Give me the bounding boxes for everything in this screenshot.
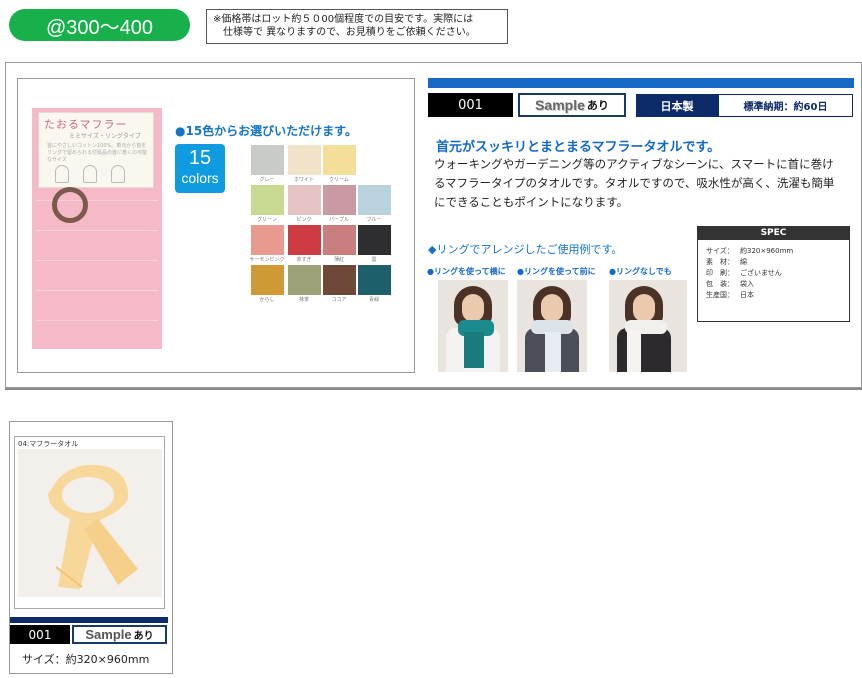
thumbnail-code: 001 xyxy=(10,625,70,644)
color-swatch xyxy=(358,265,391,295)
color-swatch-label: 薄紅 xyxy=(333,257,344,263)
color-swatch xyxy=(288,145,321,175)
product-code: 001 xyxy=(428,93,513,117)
scarf-white-tail xyxy=(627,330,641,372)
spec-key: 素 材： xyxy=(706,258,734,266)
color-swatch xyxy=(251,185,284,215)
color-count-badge: 15 colors xyxy=(175,144,225,193)
spec-key: 印 刷： xyxy=(706,269,734,277)
color-swatch-label: 抹茶 xyxy=(298,297,309,303)
notice-line-1: ※価格帯はロット約５０00個程度での目安です。実際には xyxy=(213,14,474,25)
made-in-badge: 日本製 xyxy=(636,94,718,117)
usage-label-3: ●リングなしでも xyxy=(609,267,672,276)
thumbnail-photo xyxy=(18,449,162,597)
color-swatch xyxy=(323,185,356,215)
model-face xyxy=(633,294,655,322)
spec-value: 約320×960mm xyxy=(740,247,794,255)
color-count: 15 xyxy=(188,147,212,169)
figure-icon xyxy=(83,165,97,183)
usage-title: ◆リングでアレンジしたご使用例です。 xyxy=(428,243,623,256)
lead-time-badge: 標準納期：約60日 xyxy=(718,94,853,117)
color-swatch-label: ホワイト xyxy=(293,177,314,183)
thumbnail-caption: 04:マフラータオル xyxy=(18,440,79,448)
price-notice: ※価格帯はロット約５０00個程度での目安です。実際には 仕様等で 異なりますので… xyxy=(206,9,508,44)
usage-photo-3 xyxy=(609,280,687,372)
product-description: ウォーキングやガーデニング等のアクティブなシーンに、スマートに首に巻けるマフラー… xyxy=(434,157,835,209)
thumbnail-sample-suffix: あり xyxy=(133,631,154,642)
thumbnail-bar xyxy=(10,617,168,623)
spec-row: 生産国： 日本 xyxy=(706,290,754,300)
figure-icon xyxy=(111,165,125,183)
sample-suffix: あり xyxy=(586,99,609,112)
price-range-badge: @300～400 xyxy=(9,9,190,41)
color-swatch-label: クリーム xyxy=(329,177,349,183)
color-swatch-label: ピンク xyxy=(296,217,312,223)
color-swatch-label: 黒 xyxy=(371,257,377,263)
color-swatch xyxy=(288,265,321,295)
usage-label-2: ●リングを使って前に xyxy=(517,267,596,276)
scarf-teal-tail xyxy=(464,332,484,368)
notice-line-2: 仕様等で 異なりますので、お見積りをご依頼ください。 xyxy=(223,27,476,38)
spec-row: 印 刷： ございません xyxy=(706,268,782,278)
color-swatch-label: グリーン xyxy=(257,217,277,223)
color-swatch-label: ココア xyxy=(331,297,347,303)
spec-row: 包 装： 袋入 xyxy=(706,279,754,289)
usage-photo-2 xyxy=(517,280,587,372)
color-swatch xyxy=(251,265,284,295)
color-swatch-label: 青緑 xyxy=(368,297,379,303)
color-swatch xyxy=(288,185,321,215)
thumbnail-sample-badge: Sample あり xyxy=(72,625,167,644)
product-headline: 首元がスッキリとまとまるマフラータオルです。 xyxy=(436,140,721,155)
towel-texture-line xyxy=(36,320,158,321)
color-swatch xyxy=(323,145,356,175)
spec-key: 包 装： xyxy=(706,280,734,288)
spec-row: 素 材： 綿 xyxy=(706,257,747,267)
figure-icon xyxy=(55,165,69,183)
spec-value: 日本 xyxy=(740,291,754,299)
spec-row: サイズ： 約320×960mm xyxy=(706,246,793,256)
package-figures xyxy=(55,165,125,183)
model-body xyxy=(617,328,671,372)
sample-word: Sample xyxy=(535,97,585,113)
color-choice-text: ●15色からお選びいただけます。 xyxy=(175,124,357,138)
color-swatch xyxy=(358,225,391,255)
package-label: たおるマフラー ミミサイズ・リングタイプ 首にやさしいコットン100%。車元から… xyxy=(38,112,154,188)
towel-texture-line xyxy=(36,260,158,261)
package-subtitle: ミミサイズ・リングタイプ xyxy=(69,133,141,140)
color-swatch-label: サーモンピンク xyxy=(249,257,285,263)
towel-texture-line xyxy=(36,230,158,231)
color-swatch-label: ブルー xyxy=(366,217,382,223)
usage-photo-1 xyxy=(438,280,508,372)
color-swatch xyxy=(251,145,284,175)
spec-value: 袋入 xyxy=(740,280,754,288)
model-face xyxy=(541,294,563,322)
yellow-scarf-image xyxy=(48,464,138,589)
color-swatch xyxy=(358,185,391,215)
color-swatch-label: からし xyxy=(259,297,275,303)
header-bar xyxy=(428,78,854,88)
color-count-word: colors xyxy=(181,170,219,186)
thumbnail-size: サイズ：約320×960mm xyxy=(22,653,150,666)
sample-available-badge: Sample あり xyxy=(518,93,626,117)
spec-key: サイズ： xyxy=(706,247,734,255)
color-swatch xyxy=(323,225,356,255)
color-swatch xyxy=(323,265,356,295)
spec-value: ございません xyxy=(740,269,782,277)
ring-icon xyxy=(52,187,88,223)
color-swatch-label: パープル xyxy=(329,217,349,223)
model-face xyxy=(462,294,484,322)
scarf-lightblue-tail xyxy=(545,332,561,372)
spec-value: 綿 xyxy=(740,258,747,266)
color-swatch-label: 赤すぎ xyxy=(296,257,312,263)
color-swatch xyxy=(288,225,321,255)
spec-heading: SPEC xyxy=(697,226,850,240)
package-body: 首にやさしいコットン100%。車元から首をリングで留められる付属品の首に巻くの可… xyxy=(47,143,148,163)
spec-key: 生産国： xyxy=(706,291,734,299)
package-title: たおるマフラー xyxy=(44,118,128,131)
color-swatch xyxy=(251,225,284,255)
towel-texture-line xyxy=(36,290,158,291)
usage-label-1: ●リングを使って横に xyxy=(427,267,506,276)
color-swatch-label: グレー xyxy=(259,177,275,183)
thumbnail-sample-word: Sample xyxy=(85,627,132,642)
